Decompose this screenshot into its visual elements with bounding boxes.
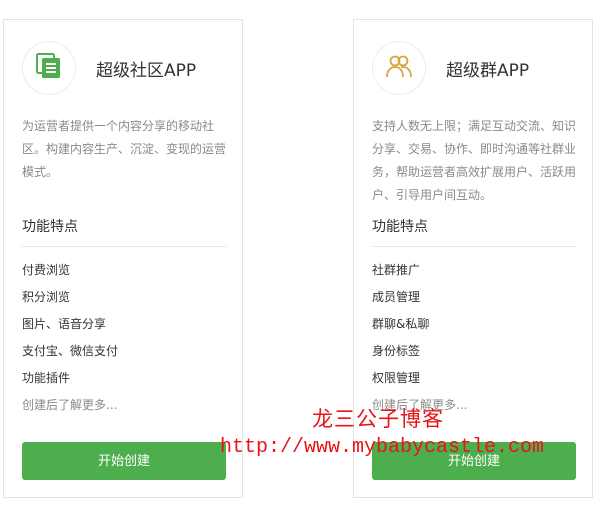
feature-item: 群聊&私聊 bbox=[372, 317, 430, 331]
feature-item: 社群推广 bbox=[372, 263, 421, 277]
feature-item: 功能插件 bbox=[22, 371, 71, 385]
start-create-button[interactable]: 开始创建 bbox=[22, 442, 226, 480]
icon-badge bbox=[22, 41, 76, 95]
document-stack-icon bbox=[36, 53, 62, 83]
card-description: 为运营者提供一个内容分享的移动社区。构建内容生产、沉淀、变现的运营模式。 bbox=[22, 119, 227, 179]
feature-item: 成员管理 bbox=[372, 290, 421, 304]
users-group-icon bbox=[385, 52, 413, 84]
features-list: 付费浏览 积分浏览 图片、语音分享 支付宝、微信支付 功能插件 创建后了解更多.… bbox=[22, 260, 228, 422]
card-title: 超级社区APP bbox=[96, 60, 197, 81]
features-title: 功能特点 bbox=[372, 219, 428, 235]
feature-item: 支付宝、微信支付 bbox=[22, 344, 119, 358]
card-description: 支持人数无上限；满足互动交流、知识分享、交易、协作、即时沟通等社群业务，帮助运营… bbox=[372, 119, 577, 202]
feature-item: 积分浏览 bbox=[22, 290, 71, 304]
community-app-card: 超级社区APP 为运营者提供一个内容分享的移动社区。构建内容生产、沉淀、变现的运… bbox=[3, 19, 243, 498]
divider bbox=[372, 246, 576, 247]
watermark-url: http://www.mybabycastle.com bbox=[220, 436, 545, 459]
feature-item: 图片、语音分享 bbox=[22, 317, 107, 331]
features-title: 功能特点 bbox=[22, 219, 78, 235]
card-title: 超级群APP bbox=[446, 60, 530, 81]
feature-item: 付费浏览 bbox=[22, 263, 71, 277]
more-info-text: 创建后了解更多... bbox=[22, 398, 118, 412]
feature-item: 权限管理 bbox=[372, 371, 421, 385]
divider bbox=[22, 246, 226, 247]
icon-badge bbox=[372, 41, 426, 95]
page: 超级社区APP 为运营者提供一个内容分享的移动社区。构建内容生产、沉淀、变现的运… bbox=[0, 0, 600, 510]
card-header: 超级社区APP bbox=[22, 40, 230, 96]
watermark-title: 龙三公子博客 bbox=[312, 407, 444, 431]
features-list: 社群推广 成员管理 群聊&私聊 身份标签 权限管理 创建后了解更多... bbox=[372, 260, 578, 422]
feature-item: 身份标签 bbox=[372, 344, 421, 358]
card-header: 超级群APP bbox=[372, 40, 580, 96]
